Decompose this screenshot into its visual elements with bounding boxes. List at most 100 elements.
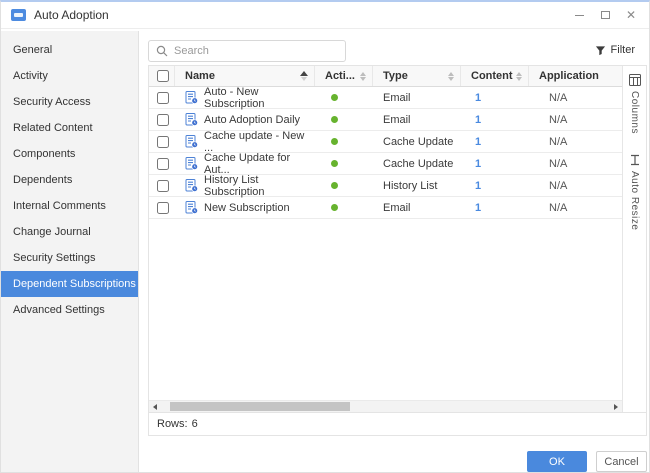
column-label: Acti...	[325, 70, 355, 82]
ok-button[interactable]: OK	[527, 451, 587, 472]
subscription-icon	[185, 179, 198, 192]
table-row[interactable]: Auto - New Subscription Email 1 N/A	[149, 87, 622, 109]
arrow-left-icon	[153, 404, 157, 410]
column-header-active[interactable]: Acti...	[315, 66, 373, 86]
scroll-right-button[interactable]	[610, 401, 622, 412]
maximize-icon	[601, 11, 610, 19]
sidebar-nav: General Activity Security AccessRelated Co…	[1, 31, 139, 472]
sidebar-item-related-content[interactable]: Related Content	[1, 115, 138, 141]
rows-count: 6	[192, 418, 198, 430]
search-input[interactable]	[174, 45, 338, 57]
subscription-icon	[185, 157, 198, 170]
sidebar-item-label: Dependent Subscriptions	[13, 278, 136, 290]
auto-resize-tool[interactable]: Auto Resize	[629, 154, 641, 230]
subscription-icon	[185, 113, 198, 126]
window-controls: ✕	[569, 6, 641, 24]
column-header-type[interactable]: Type	[373, 66, 461, 86]
row-content-link[interactable]: 1	[475, 114, 481, 126]
scroll-left-button[interactable]	[149, 401, 161, 412]
app-icon	[11, 9, 26, 21]
row-checkbox[interactable]	[157, 158, 169, 170]
sidebar-item-components[interactable]: Components	[1, 141, 138, 167]
row-application: N/A	[529, 92, 567, 104]
row-type: Cache Update	[383, 158, 453, 170]
scrollbar-track[interactable]	[161, 401, 610, 412]
close-button[interactable]: ✕	[621, 6, 641, 24]
row-content-link[interactable]: 1	[475, 136, 481, 148]
row-application: N/A	[529, 180, 567, 192]
sidebar-item-label: Security Settings	[13, 252, 96, 264]
sort-icon[interactable]	[448, 72, 454, 81]
row-content-link[interactable]: 1	[475, 180, 481, 192]
select-all-checkbox[interactable]	[157, 70, 169, 82]
status-bar: Rows: 6	[149, 412, 646, 435]
columns-tool[interactable]: Columns	[629, 74, 641, 134]
minimize-button[interactable]	[569, 6, 589, 24]
row-content-link[interactable]: 1	[475, 202, 481, 214]
column-label: Name	[185, 70, 215, 82]
row-type: Email	[383, 92, 411, 104]
close-icon: ✕	[626, 9, 636, 21]
table-row[interactable]: Auto Adoption Daily Email 1 N/A	[149, 109, 622, 131]
table-panel: Name Acti... Type	[148, 65, 647, 436]
window-title: Auto Adoption	[34, 8, 109, 22]
sidebar-item-label: Dependents	[13, 174, 72, 186]
row-content-link[interactable]: 1	[475, 158, 481, 170]
table-row[interactable]: Cache update - New ... Cache Update 1 N/…	[149, 131, 622, 153]
auto-resize-label: Auto Resize	[629, 171, 640, 230]
row-name: Auto - New Subscription	[204, 86, 315, 110]
maximize-button[interactable]	[595, 6, 615, 24]
row-checkbox[interactable]	[157, 202, 169, 214]
columns-label: Columns	[629, 91, 640, 134]
sidebar-item-label: Change Journal	[13, 226, 91, 238]
sidebar-item-activity[interactable]: Activity	[1, 63, 138, 89]
table-header: Name Acti... Type	[149, 66, 622, 87]
row-checkbox[interactable]	[157, 114, 169, 126]
table-row[interactable]: Cache Update for Aut... Cache Update 1 N…	[149, 153, 622, 175]
column-header-application[interactable]: Application	[529, 66, 622, 86]
table: Name Acti... Type	[149, 66, 622, 412]
row-checkbox[interactable]	[157, 180, 169, 192]
active-status-dot	[331, 94, 338, 101]
sort-icon[interactable]	[360, 72, 366, 81]
filter-icon	[595, 45, 606, 56]
search-box	[148, 40, 346, 62]
active-status-dot	[331, 204, 338, 211]
minimize-icon	[575, 15, 584, 16]
cancel-button[interactable]: Cancel	[596, 451, 647, 472]
row-type: History List	[383, 180, 437, 192]
table-row[interactable]: New Subscription Email 1 N/A	[149, 197, 622, 219]
sidebar-item-general[interactable]: General	[1, 37, 138, 63]
row-type: Email	[383, 202, 411, 214]
column-header-name[interactable]: Name	[175, 66, 315, 86]
sidebar-item-security-settings[interactable]: Security Settings	[1, 245, 138, 271]
row-application: N/A	[529, 202, 567, 214]
sidebar-item-security-access[interactable]: Security Access	[1, 89, 138, 115]
sidebar-item-label: Activity	[13, 70, 48, 82]
sort-icon[interactable]	[516, 72, 522, 81]
auto-resize-icon	[629, 154, 641, 166]
row-checkbox[interactable]	[157, 136, 169, 148]
scrollbar-thumb[interactable]	[170, 402, 350, 411]
sidebar-item-dependent-subscriptions[interactable]: Dependent Subscriptions	[1, 271, 138, 297]
columns-icon	[629, 74, 641, 86]
sidebar-item-change-journal[interactable]: Change Journal	[1, 219, 138, 245]
title-bar: Auto Adoption ✕	[1, 2, 649, 29]
filter-label: Filter	[611, 44, 635, 56]
sort-ascending-icon[interactable]	[300, 71, 308, 81]
sidebar-item-dependents[interactable]: Dependents	[1, 167, 138, 193]
table-row[interactable]: History List Subscription History List 1…	[149, 175, 622, 197]
row-checkbox[interactable]	[157, 92, 169, 104]
horizontal-scrollbar[interactable]	[149, 400, 622, 412]
sidebar-item-label: Components	[13, 148, 75, 160]
row-content-link[interactable]: 1	[475, 92, 481, 104]
column-header-content[interactable]: Content	[461, 66, 529, 86]
subscription-icon	[185, 91, 198, 104]
dialog-content: General Activity Security AccessRelated Co…	[1, 31, 649, 472]
row-name: History List Subscription	[204, 174, 315, 198]
sidebar-item-internal-comments[interactable]: Internal Comments	[1, 193, 138, 219]
filter-button[interactable]: Filter	[595, 44, 635, 56]
row-application: N/A	[529, 136, 567, 148]
sidebar-item-label: Internal Comments	[13, 200, 106, 212]
sidebar-item-advanced-settings[interactable]: Advanced Settings	[1, 297, 138, 323]
